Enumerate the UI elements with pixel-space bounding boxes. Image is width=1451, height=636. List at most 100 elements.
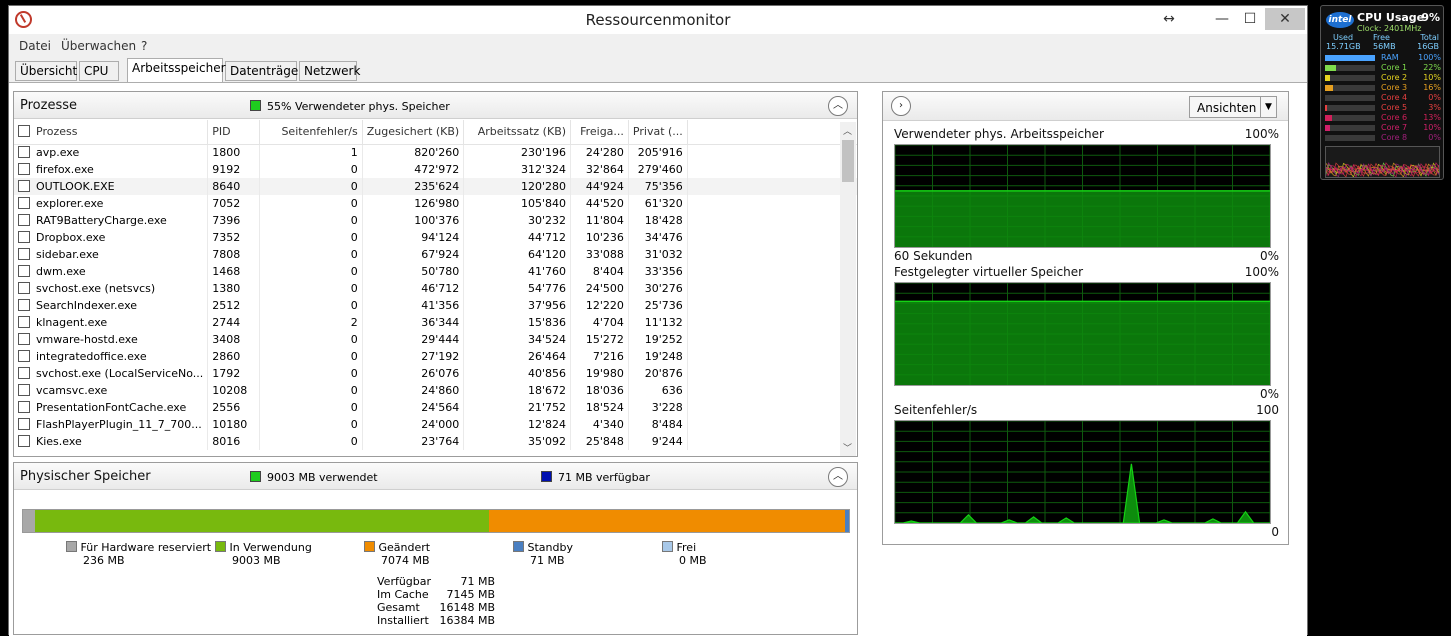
process-checkbox[interactable] — [18, 401, 30, 413]
gadget-row: Core 8 0% — [1325, 133, 1441, 142]
menu-datei[interactable]: Datei — [19, 39, 51, 53]
process-row[interactable]: sidebar.exe 7808 0 67'924 64'120 33'088 31'032 — [14, 246, 857, 263]
process-checkbox[interactable] — [18, 214, 30, 226]
tab-arbeitsspeicher[interactable]: Arbeitsspeicher — [127, 58, 226, 82]
process-row[interactable]: RAT9BatteryCharge.exe 7396 0 100'376 30'232 1… — [14, 212, 857, 229]
process-checkbox[interactable] — [18, 248, 30, 260]
tab-datentraeger[interactable]: Datenträger — [225, 61, 303, 81]
process-cell: 2744 — [207, 314, 261, 331]
gadget-row-label: Core 8 — [1381, 133, 1408, 142]
summary-label: Gesamt — [377, 601, 420, 614]
process-cell: 205'916 — [628, 144, 688, 161]
graph-phys-memory — [894, 144, 1271, 248]
tab-cpu[interactable]: CPU — [79, 61, 119, 81]
processes-collapse-button[interactable]: ︿ — [828, 96, 848, 116]
column-zugesichert[interactable]: Zugesichert (KB) — [362, 120, 465, 145]
graph-page-faults — [894, 420, 1271, 524]
process-row[interactable]: Dropbox.exe 7352 0 94'124 44'712 10'236 34'476 — [14, 229, 857, 246]
process-row[interactable]: svchost.exe (LocalServiceNo... 1792 0 26'07… — [14, 365, 857, 382]
process-table: Prozess PID Seitenfehler/s Zugesichert (… — [14, 120, 857, 450]
process-cell: 7352 — [207, 229, 261, 246]
process-checkbox[interactable] — [18, 435, 30, 447]
processes-header[interactable]: Prozesse 55% Verwendeter phys. Speicher … — [14, 92, 857, 119]
gadget-free-header: Free — [1373, 33, 1390, 42]
process-cell: 11'804 — [570, 212, 629, 229]
process-checkbox[interactable] — [18, 367, 30, 379]
scroll-up-icon[interactable]: ︿ — [843, 124, 852, 137]
process-row[interactable]: klnagent.exe 2744 2 36'344 15'836 4'704 11'132 — [14, 314, 857, 331]
process-cell: 0 — [259, 161, 363, 178]
views-dropdown[interactable]: Ansichten ▼ — [1189, 96, 1277, 118]
physical-memory-collapse-button[interactable]: ︿ — [828, 467, 848, 487]
close-button[interactable]: ✕ — [1265, 8, 1305, 30]
graph-virtual-memory — [894, 282, 1271, 386]
process-cell: 0 — [259, 178, 363, 195]
process-row[interactable]: svchost.exe (netsvcs) 1380 0 46'712 54'776 24… — [14, 280, 857, 297]
process-checkbox[interactable] — [18, 146, 30, 159]
process-cell: 4'704 — [570, 314, 629, 331]
gadget-header: intel CPU Usage 9% Clock: 2401MHz — [1324, 9, 1442, 33]
maximize-button[interactable]: ☐ — [1237, 8, 1263, 30]
process-cell: 0 — [259, 365, 363, 382]
scrollbar-thumb[interactable] — [842, 140, 854, 182]
gadget-row-bar — [1325, 65, 1375, 71]
process-checkbox[interactable] — [18, 197, 30, 209]
column-pid[interactable]: PID — [207, 120, 261, 145]
select-all-checkbox[interactable] — [18, 125, 30, 138]
process-checkbox[interactable] — [18, 180, 30, 192]
process-row[interactable]: OUTLOOK.EXE 8640 0 235'624 120'280 44'924 75'3… — [14, 178, 857, 195]
process-checkbox[interactable] — [18, 350, 30, 362]
process-checkbox[interactable] — [18, 265, 30, 277]
process-cell: 0 — [259, 382, 363, 399]
menu-help[interactable]: ? — [141, 39, 147, 53]
column-arbeitssatz[interactable]: Arbeitssatz (KB) — [463, 120, 572, 145]
process-row[interactable]: avp.exe 1800 1 820'260 230'196 24'280 205'916 — [14, 144, 857, 161]
process-cell: 235'624 — [362, 178, 465, 195]
process-row[interactable]: integratedoffice.exe 2860 0 27'192 26'464 7'2… — [14, 348, 857, 365]
process-row[interactable]: PresentationFontCache.exe 2556 0 24'564 21'7… — [14, 399, 857, 416]
column-freigabe[interactable]: Freiga... — [570, 120, 629, 145]
process-checkbox[interactable] — [18, 163, 30, 175]
process-checkbox[interactable] — [18, 231, 30, 243]
process-name-cell: svchost.exe (LocalServiceNo... — [14, 365, 209, 382]
process-list-scrollbar[interactable]: ︿ ﹀ — [840, 122, 856, 456]
tab-uebersicht[interactable]: Übersicht — [15, 61, 77, 81]
column-seitenfehler[interactable]: Seitenfehler/s — [259, 120, 363, 145]
process-checkbox[interactable] — [18, 282, 30, 294]
resize-arrows-icon[interactable]: ↔ — [1159, 8, 1179, 30]
process-row[interactable]: dwm.exe 1468 0 50'780 41'760 8'404 33'356 — [14, 263, 857, 280]
process-cell: 230'196 — [463, 144, 572, 161]
process-cell: 24'564 — [362, 399, 465, 416]
menu-ueberwachen[interactable]: Überwachen — [61, 39, 136, 53]
tab-netzwerk[interactable]: Netzwerk — [299, 61, 360, 81]
row-spacer — [687, 314, 857, 331]
process-checkbox[interactable] — [18, 384, 30, 396]
category-label: Frei — [676, 541, 697, 554]
process-row[interactable]: vcamsvc.exe 10208 0 24'860 18'672 18'036 636 — [14, 382, 857, 399]
graphs-expand-button[interactable]: › — [891, 96, 911, 116]
process-cell: 24'280 — [570, 144, 629, 161]
minimize-button[interactable]: — — [1209, 8, 1235, 30]
physical-memory-header[interactable]: Physischer Speicher 9003 MB verwendet 71… — [14, 463, 857, 490]
gadget-row-value: 13% — [1423, 113, 1441, 122]
scroll-down-icon[interactable]: ﹀ — [843, 441, 852, 454]
process-row[interactable]: explorer.exe 7052 0 126'980 105'840 44'520 61'… — [14, 195, 857, 212]
process-cell: 18'524 — [570, 399, 629, 416]
title-bar[interactable]: Ressourcenmonitor ↔ — ☐ ✕ — [9, 6, 1307, 34]
process-row[interactable]: vmware-hostd.exe 3408 0 29'444 34'524 15'272 1… — [14, 331, 857, 348]
summary-value: 71 MB — [460, 575, 495, 588]
process-checkbox[interactable] — [18, 418, 30, 430]
process-row[interactable]: SearchIndexer.exe 2512 0 41'356 37'956 12'220… — [14, 297, 857, 314]
process-row[interactable]: FlashPlayerPlugin_11_7_700... 10180 0 24'00… — [14, 416, 857, 433]
column-privat[interactable]: Privat (... — [628, 120, 688, 145]
process-row[interactable]: Kies.exe 8016 0 23'764 35'092 25'848 9'244 — [14, 433, 857, 450]
process-cell: 4'340 — [570, 416, 629, 433]
process-checkbox[interactable] — [18, 299, 30, 311]
process-checkbox[interactable] — [18, 333, 30, 345]
column-prozess[interactable]: Prozess — [14, 120, 209, 145]
row-spacer — [687, 195, 857, 212]
process-checkbox[interactable] — [18, 316, 30, 328]
process-row[interactable]: firefox.exe 9192 0 472'972 312'324 32'864 279'… — [14, 161, 857, 178]
process-cell: 24'500 — [570, 280, 629, 297]
chevron-down-icon[interactable]: ▼ — [1260, 97, 1276, 117]
